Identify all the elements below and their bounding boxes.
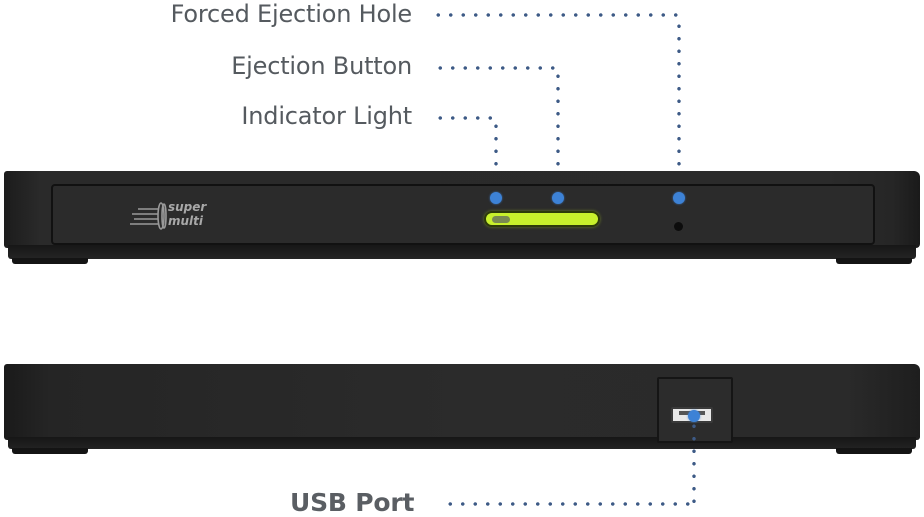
callout-indicator-light: Indicator Light xyxy=(241,102,412,130)
leader-usb-port-h xyxy=(444,502,696,506)
callout-forced-ejection-hole: Forced Ejection Hole xyxy=(170,0,413,28)
callout-ejection-button: Ejection Button xyxy=(231,52,412,80)
drive-back-foot-right xyxy=(836,448,912,454)
leader-forced-ejection-hole-v xyxy=(677,20,681,196)
indicator-light xyxy=(484,211,600,227)
drive-front-foot-right xyxy=(836,258,912,264)
super-multi-logo-text: super multi xyxy=(168,200,206,228)
logo-line-2: multi xyxy=(168,214,204,228)
leader-forced-ejection-hole-h xyxy=(432,13,682,17)
leader-usb-port-v xyxy=(692,420,696,504)
forced-ejection-hole[interactable] xyxy=(674,222,683,231)
drive-back-base xyxy=(8,437,916,449)
logo-line-1: super xyxy=(168,200,207,214)
callout-usb-port: USB Port xyxy=(290,488,415,517)
pin-ejection-button xyxy=(552,192,564,204)
leader-indicator-light-h xyxy=(434,116,498,120)
pin-forced-ejection-hole xyxy=(673,192,685,204)
drive-back-foot-left xyxy=(12,448,88,454)
drive-front-foot-left xyxy=(12,258,88,264)
ejection-button[interactable] xyxy=(492,216,510,223)
drive-front-base xyxy=(8,245,916,259)
drive-back-view xyxy=(4,364,920,440)
pin-indicator-light xyxy=(490,192,502,204)
leader-ejection-button-h xyxy=(434,66,562,70)
